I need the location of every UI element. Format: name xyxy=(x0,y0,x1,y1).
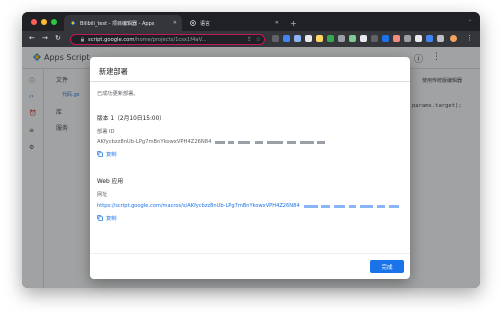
globe-icon xyxy=(190,20,196,26)
url-host: script.google.com xyxy=(88,36,135,43)
tab-title: Bilibili_test - 项目编辑器 - Apps xyxy=(80,20,155,27)
done-button[interactable]: 完成 xyxy=(370,260,404,273)
dialog-divider xyxy=(90,81,410,82)
extension-icon[interactable] xyxy=(382,35,389,42)
tab-project-editor[interactable]: Bilibili_test - 项目编辑器 - Apps ✕ xyxy=(64,15,182,31)
web-app-heading: Web 应用 xyxy=(97,179,124,185)
extension-icon[interactable] xyxy=(426,35,433,42)
success-message: 已成功更新部署。 xyxy=(97,91,139,97)
reload-icon[interactable]: ↻ xyxy=(55,34,61,43)
tab-title: 语言 xyxy=(200,20,211,27)
close-window-button[interactable] xyxy=(31,19,37,25)
extension-icon[interactable] xyxy=(393,35,400,42)
copy-icon xyxy=(97,215,103,221)
version-heading: 版本 1（2月10日15:00） xyxy=(97,116,166,122)
extension-icon[interactable] xyxy=(283,35,290,42)
tab-language[interactable]: 语言 ✕ xyxy=(184,15,284,31)
address-bar[interactable]: script.google.com /home/projects/1csx1f4… xyxy=(70,34,265,45)
dialog-title: 新建部署 xyxy=(99,67,128,76)
lock-icon xyxy=(81,37,84,42)
redacted-url-tail xyxy=(303,204,399,208)
extension-icon[interactable] xyxy=(371,35,378,42)
extension-icon[interactable] xyxy=(360,35,367,42)
url-label: 网址 xyxy=(97,192,108,198)
share-icon[interactable]: ⇪ xyxy=(247,36,252,43)
extension-icon[interactable] xyxy=(404,35,411,42)
extension-icon[interactable] xyxy=(316,35,323,42)
copy-deployment-id-button[interactable]: 复制 xyxy=(97,150,117,158)
url-path: /home/projects/1csx1f4aV... xyxy=(134,36,207,43)
profile-avatar[interactable] xyxy=(450,35,457,42)
extension-icon[interactable] xyxy=(327,35,334,42)
screenshot-stage: Bilibili_test - 项目编辑器 - Apps ✕ 语言 ✕ + ⌄ … xyxy=(0,0,500,318)
extensions-puzzle-icon[interactable] xyxy=(437,35,444,42)
new-deployment-dialog: 新建部署 已成功更新部署。 版本 1（2月10日15:00） 部署 ID AKf… xyxy=(90,57,410,279)
web-app-url-link[interactable]: https://script.google.com/macros/s/AKfyc… xyxy=(97,203,300,209)
tab-search-icon[interactable]: ⌄ xyxy=(468,17,472,23)
maximize-window-button[interactable] xyxy=(51,19,57,25)
forward-arrow-icon[interactable]: → xyxy=(42,34,48,43)
web-app-url-row: https://script.google.com/macros/s/AKfyc… xyxy=(97,203,399,209)
copy-web-url-button[interactable]: 复制 xyxy=(97,214,117,222)
redacted-id-tail xyxy=(215,140,326,144)
extension-icon[interactable] xyxy=(338,35,345,42)
copy-icon xyxy=(97,151,103,157)
dialog-footer-divider xyxy=(90,253,410,254)
extension-icon[interactable] xyxy=(294,35,301,42)
minimize-window-button[interactable] xyxy=(41,19,47,25)
copy-label: 复制 xyxy=(106,216,117,222)
extension-icon[interactable] xyxy=(415,35,422,42)
extension-icon[interactable] xyxy=(272,35,279,42)
more-menu-icon[interactable]: ⋮ xyxy=(466,34,473,43)
bookmark-star-icon[interactable]: ☆ xyxy=(256,36,261,43)
close-tab-icon[interactable]: ✕ xyxy=(275,20,279,26)
tab-strip: Bilibili_test - 项目编辑器 - Apps ✕ 语言 ✕ + ⌄ xyxy=(22,12,480,31)
browser-toolbar: ← → ↻ script.google.com /home/projects/1… xyxy=(22,31,480,47)
copy-label: 复制 xyxy=(106,152,117,158)
new-tab-button[interactable]: + xyxy=(288,15,300,31)
deployment-id-label: 部署 ID xyxy=(97,129,115,135)
extension-icon[interactable] xyxy=(305,35,312,42)
back-arrow-icon[interactable]: ← xyxy=(29,34,35,43)
extension-icon[interactable] xyxy=(349,35,356,42)
close-tab-icon[interactable]: ✕ xyxy=(173,20,177,26)
deployment-id-row: AKfycbzz8nUb-LPg7mBnYkowxVPH4Z26N84 xyxy=(97,139,326,145)
deployment-id-value: AKfycbzz8nUb-LPg7mBnYkowxVPH4Z26N84 xyxy=(97,139,212,145)
apps-script-icon xyxy=(70,20,76,26)
